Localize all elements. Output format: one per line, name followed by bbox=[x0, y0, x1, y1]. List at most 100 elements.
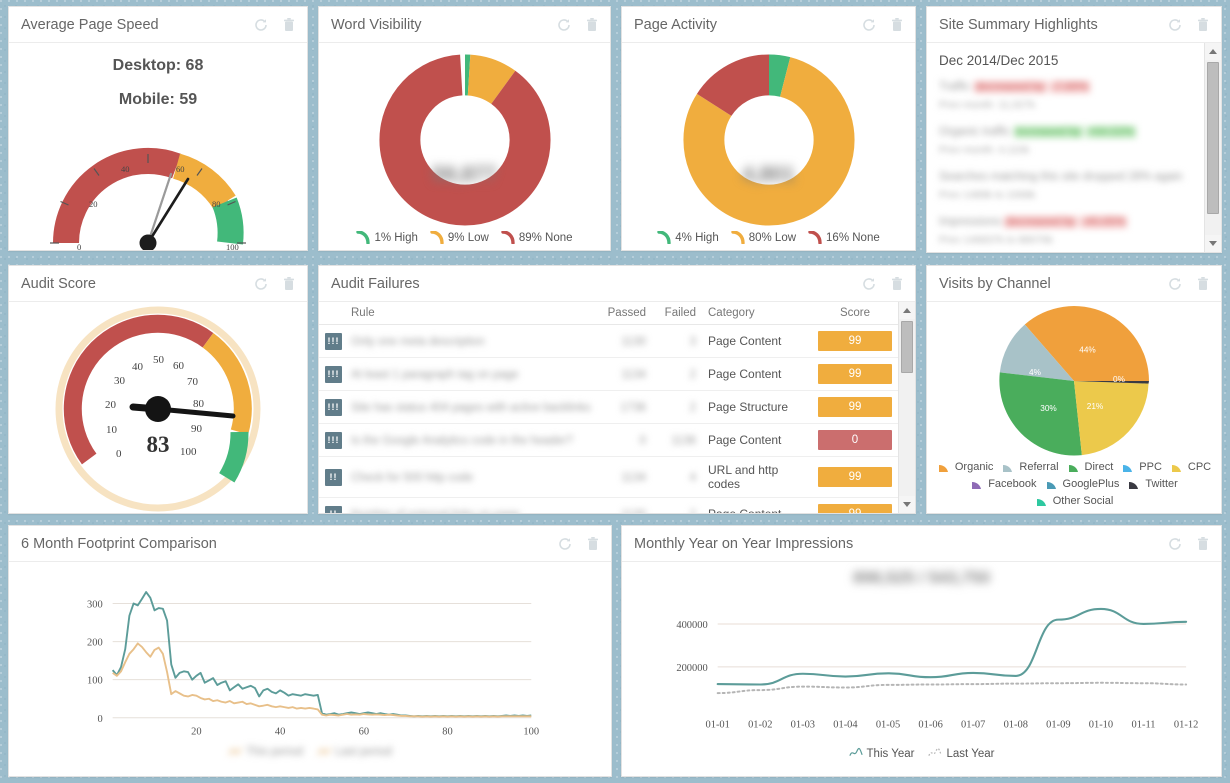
trash-icon[interactable] bbox=[1195, 276, 1211, 292]
trash-icon[interactable] bbox=[584, 17, 600, 33]
legend-item[interactable]: Referral bbox=[1001, 460, 1059, 473]
table-row[interactable]: !!! Site has status 404 pages with activ… bbox=[319, 390, 898, 424]
footprint-legend: This period Last period bbox=[9, 745, 611, 758]
trash-icon[interactable] bbox=[1195, 536, 1211, 552]
trash-icon[interactable] bbox=[889, 276, 905, 292]
gauge-tick-40: 40 bbox=[132, 361, 143, 373]
severity-badge: !!! bbox=[325, 332, 342, 350]
svg-text:200: 200 bbox=[87, 638, 103, 649]
refresh-icon[interactable] bbox=[861, 276, 877, 292]
legend-item[interactable]: 9% Low bbox=[430, 231, 489, 244]
legend-item[interactable]: 80% Low bbox=[731, 231, 796, 244]
summary-subtext: Prev month: 4,110k bbox=[939, 144, 1030, 156]
scrollbar-thumb[interactable] bbox=[1207, 62, 1219, 214]
scrollbar-track[interactable] bbox=[1205, 60, 1221, 235]
legend-item[interactable]: Last Year bbox=[928, 747, 994, 760]
legend-item[interactable]: 16% None bbox=[808, 231, 880, 244]
legend-item[interactable]: Last period bbox=[317, 745, 392, 758]
table-header-row: Rule Passed Failed Category Score bbox=[319, 302, 898, 325]
scroll-down-icon[interactable] bbox=[1204, 235, 1221, 252]
trash-icon[interactable] bbox=[889, 17, 905, 33]
col-failed[interactable]: Failed bbox=[652, 302, 702, 325]
gauge-tick-30: 30 bbox=[114, 375, 125, 387]
rule-cell: Check for 500 http code bbox=[345, 456, 588, 498]
passed-cell: 0 bbox=[588, 423, 652, 457]
legend-item[interactable]: 4% High bbox=[657, 231, 719, 244]
table-row[interactable]: !!! Only one meta description 1130 3 Pag… bbox=[319, 324, 898, 358]
panel-audit-failures: Audit Failures Rule Passed Failed Catego… bbox=[318, 265, 916, 514]
scroll-up-icon[interactable] bbox=[1204, 43, 1221, 60]
scrollbar-thumb[interactable] bbox=[901, 321, 913, 373]
refresh-icon[interactable] bbox=[1167, 536, 1183, 552]
legend-item[interactable]: This Year bbox=[848, 747, 914, 760]
col-score[interactable]: Score bbox=[812, 302, 898, 325]
severity-cell: !!! bbox=[319, 357, 345, 391]
panel-header: Audit Score bbox=[9, 266, 307, 302]
legend-item[interactable]: PPC bbox=[1121, 460, 1162, 473]
col-rule[interactable]: Rule bbox=[345, 302, 588, 325]
audit-table-scrollbar[interactable] bbox=[898, 302, 915, 513]
refresh-icon[interactable] bbox=[1167, 276, 1183, 292]
trash-icon[interactable] bbox=[281, 276, 297, 292]
failed-cell: 2 bbox=[652, 390, 702, 424]
passed-cell: 1134 bbox=[588, 357, 652, 391]
legend-label: 4% High bbox=[675, 231, 719, 244]
scroll-down-icon[interactable] bbox=[898, 496, 915, 513]
col-category[interactable]: Category bbox=[702, 302, 812, 325]
legend-label: Last period bbox=[334, 745, 392, 758]
legend-item[interactable]: CPC bbox=[1170, 460, 1211, 473]
score-badge: 99 bbox=[818, 397, 892, 417]
severity-cell: !!! bbox=[319, 324, 345, 358]
page-title: Site Summary Highlights bbox=[939, 16, 1098, 33]
mobile-speed-label: Mobile: 59 bbox=[118, 91, 198, 108]
legend-item[interactable]: 89% None bbox=[501, 231, 573, 244]
refresh-icon[interactable] bbox=[1167, 17, 1183, 33]
panel-visits-by-channel: Visits by Channel 44% 4% 30% 21% 0% Orga… bbox=[926, 265, 1222, 514]
table-row[interactable]: !! Check for 500 http code 1134 4 URL an… bbox=[319, 456, 898, 498]
legend-item[interactable]: 1% High bbox=[356, 231, 418, 244]
legend-item[interactable]: Twitter bbox=[1127, 477, 1178, 490]
legend-item[interactable]: Organic bbox=[937, 460, 993, 473]
panel-body: 4,801 4% High 80% Low 16% None bbox=[622, 43, 915, 250]
page-title: Audit Failures bbox=[331, 275, 420, 292]
trash-icon[interactable] bbox=[281, 17, 297, 33]
scrollbar-track[interactable] bbox=[899, 319, 915, 496]
col-passed[interactable]: Passed bbox=[588, 302, 652, 325]
gauge-tick-80: 80 bbox=[212, 199, 221, 209]
panel-average-page-speed: Average Page Speed Desktop: 68 Mobile: 5… bbox=[8, 6, 308, 251]
refresh-icon[interactable] bbox=[861, 17, 877, 33]
table-row[interactable]: !!! Is the Google Analytics code in the … bbox=[319, 423, 898, 457]
legend-item[interactable]: Direct bbox=[1067, 460, 1113, 473]
passed-cell: 1736 bbox=[588, 390, 652, 424]
table-row[interactable]: !! Number of external links on page 1130… bbox=[319, 497, 898, 513]
category-cell: Page Content bbox=[702, 423, 812, 457]
severity-badge: !! bbox=[325, 468, 342, 486]
score-badge: 99 bbox=[818, 364, 892, 384]
summary-scrollbar[interactable] bbox=[1204, 43, 1221, 252]
panel-header: Word Visibility bbox=[319, 7, 610, 43]
audit-score-value: 83 bbox=[146, 432, 170, 457]
legend-item[interactable]: GooglePlus bbox=[1045, 477, 1119, 490]
refresh-icon[interactable] bbox=[557, 536, 573, 552]
trash-icon[interactable] bbox=[1195, 17, 1211, 33]
panel-body: Dec 2014/Dec 2015 Traffic decreased by -… bbox=[927, 43, 1221, 252]
legend-label: PPC bbox=[1139, 460, 1162, 473]
refresh-icon[interactable] bbox=[253, 17, 269, 33]
legend-item[interactable]: This period bbox=[228, 745, 303, 758]
panel-body: 0 10 20 30 40 50 60 70 80 90 100 83 bbox=[9, 302, 307, 513]
svg-text:01-11: 01-11 bbox=[1132, 720, 1156, 731]
refresh-icon[interactable] bbox=[253, 276, 269, 292]
scroll-up-icon[interactable] bbox=[898, 302, 915, 319]
legend-item[interactable]: Other Social bbox=[1035, 494, 1113, 507]
page-title: 6 Month Footprint Comparison bbox=[21, 535, 217, 552]
panel-header: Site Summary Highlights bbox=[927, 7, 1221, 43]
trash-icon[interactable] bbox=[585, 536, 601, 552]
panel-site-summary-highlights: Site Summary Highlights Dec 2014/Dec 201… bbox=[926, 6, 1222, 253]
refresh-icon[interactable] bbox=[556, 17, 572, 33]
summary-text: Organic traffic increased by +64.53% bbox=[939, 126, 1136, 138]
table-row[interactable]: !!! At least 1 paragraph tag on page 113… bbox=[319, 357, 898, 391]
legend-item[interactable]: Facebook bbox=[970, 477, 1037, 490]
audit-failures-table: Rule Passed Failed Category Score !!! On… bbox=[319, 302, 898, 513]
pie-label-cpc: 21% bbox=[1087, 402, 1104, 411]
panel-header: Monthly Year on Year Impressions bbox=[622, 526, 1221, 562]
